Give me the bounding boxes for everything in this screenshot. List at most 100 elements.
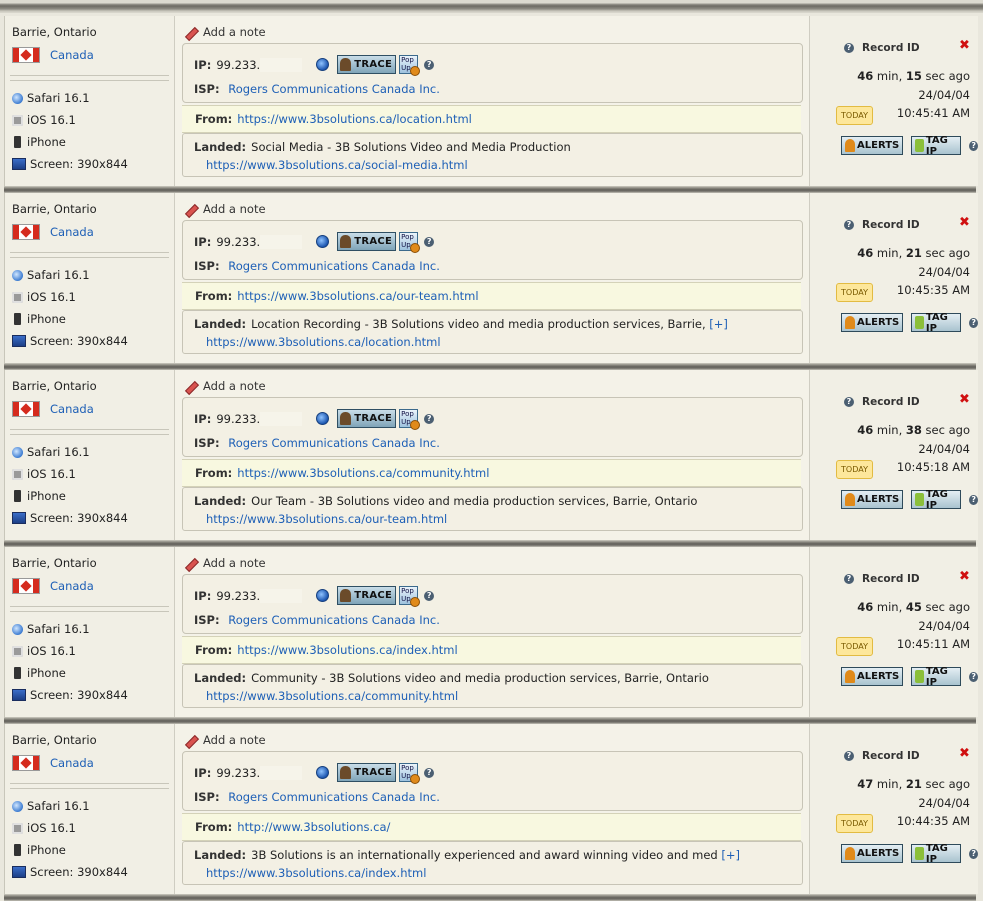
add-note-button[interactable]: Add a note — [184, 202, 266, 216]
from-link[interactable]: https://www.3bsolutions.ca/community.htm… — [237, 466, 489, 480]
trace-button[interactable]: TRACE — [337, 586, 397, 605]
help-icon[interactable]: ? — [969, 317, 978, 328]
trace-label: TRACE — [354, 236, 393, 247]
screen: Screen: 390x844 — [12, 865, 128, 879]
ago-seconds: 45 — [905, 600, 922, 614]
landed-link[interactable]: https://www.3bsolutions.ca/our-team.html — [206, 512, 447, 526]
help-icon[interactable]: ? — [844, 397, 854, 407]
tag-ip-button[interactable]: TAG IP — [911, 489, 962, 511]
popup-button[interactable]: Pop Up — [399, 409, 421, 430]
landed-link[interactable]: https://www.3bsolutions.ca/index.html — [206, 866, 426, 880]
delete-icon[interactable]: ✖ — [959, 569, 970, 584]
trace-label: TRACE — [354, 413, 393, 424]
add-note-button[interactable]: Add a note — [184, 556, 266, 570]
visit-date: 24/04/04 — [918, 619, 970, 633]
record-id-label: Record ID — [862, 219, 920, 231]
alerts-button[interactable]: ALERTS — [841, 313, 904, 332]
ip-row: IP: 99.233. TRACE Pop Up ? — [194, 763, 435, 784]
location: Barrie, Ontario — [12, 733, 97, 747]
from-label: From: — [195, 820, 233, 834]
help-icon[interactable]: ? — [844, 751, 854, 761]
from-link[interactable]: https://www.3bsolutions.ca/index.html — [237, 643, 457, 657]
help-icon[interactable]: ? — [969, 494, 978, 505]
popup-button[interactable]: Pop Up — [399, 55, 421, 76]
help-icon[interactable]: ? — [424, 236, 435, 247]
country-link[interactable]: Canada — [50, 579, 94, 593]
trace-button[interactable]: TRACE — [337, 409, 397, 428]
help-icon[interactable]: ? — [969, 671, 978, 682]
landed-label: Landed: — [194, 848, 247, 862]
more-wrap: [+] — [718, 848, 740, 862]
isp-link[interactable]: Rogers Communications Canada Inc. — [228, 259, 440, 273]
delete-icon[interactable]: ✖ — [959, 746, 970, 761]
help-icon[interactable]: ? — [844, 574, 854, 584]
from-link[interactable]: https://www.3bsolutions.ca/location.html — [237, 112, 472, 126]
delete-icon[interactable]: ✖ — [959, 38, 970, 53]
help-icon[interactable]: ? — [424, 590, 435, 601]
help-icon[interactable]: ? — [424, 59, 435, 70]
lookup-icon[interactable] — [316, 235, 330, 248]
location: Barrie, Ontario — [12, 202, 97, 216]
landed-link[interactable]: https://www.3bsolutions.ca/location.html — [206, 335, 441, 349]
ago-seconds: 21 — [905, 777, 922, 791]
landed-title: Our Team - 3B Solutions video and media … — [251, 494, 698, 508]
record-tools: ALERTS TAG IP ? — [841, 489, 978, 511]
from-link[interactable]: http://www.3bsolutions.ca/ — [237, 820, 390, 834]
alerts-button[interactable]: ALERTS — [841, 136, 904, 155]
isp-link[interactable]: Rogers Communications Canada Inc. — [228, 613, 440, 627]
tag-icon — [915, 493, 924, 506]
lookup-icon[interactable] — [316, 766, 330, 779]
tag-ip-button[interactable]: TAG IP — [911, 666, 962, 688]
help-icon[interactable]: ? — [969, 848, 978, 859]
record-tools: ALERTS TAG IP ? — [841, 843, 978, 865]
country-link[interactable]: Canada — [50, 225, 94, 239]
help-icon[interactable]: ? — [969, 140, 978, 151]
isp-link[interactable]: Rogers Communications Canada Inc. — [228, 790, 440, 804]
country-link[interactable]: Canada — [50, 48, 94, 62]
add-note-button[interactable]: Add a note — [184, 25, 266, 39]
browser: Safari 16.1 — [12, 799, 90, 813]
alerts-button[interactable]: ALERTS — [841, 844, 904, 863]
trace-button[interactable]: TRACE — [337, 232, 397, 251]
country-link[interactable]: Canada — [50, 402, 94, 416]
ago-minutes: 46 — [857, 600, 874, 614]
trace-button[interactable]: TRACE — [337, 763, 397, 782]
lookup-icon[interactable] — [316, 412, 330, 425]
alerts-button[interactable]: ALERTS — [841, 667, 904, 686]
help-icon[interactable]: ? — [844, 220, 854, 230]
trace-button[interactable]: TRACE — [337, 55, 397, 74]
visit-time: 10:45:11 AM — [896, 637, 970, 651]
time-ago: 47 min, 21 sec ago — [857, 777, 970, 791]
help-icon[interactable]: ? — [844, 43, 854, 53]
today-badge: TODAY — [836, 283, 873, 302]
lookup-icon[interactable] — [316, 589, 330, 602]
alerts-button[interactable]: ALERTS — [841, 490, 904, 509]
add-note-button[interactable]: Add a note — [184, 379, 266, 393]
os: iOS 16.1 — [12, 290, 76, 304]
help-icon[interactable]: ? — [424, 767, 435, 778]
country-link[interactable]: Canada — [50, 756, 94, 770]
expand-more-link[interactable]: [+] — [706, 317, 728, 331]
isp-link[interactable]: Rogers Communications Canada Inc. — [228, 82, 440, 96]
popup-button[interactable]: Pop Up — [399, 763, 421, 784]
canada-flag-icon — [12, 755, 40, 771]
popup-button[interactable]: Pop Up — [399, 232, 421, 253]
landed-link[interactable]: https://www.3bsolutions.ca/social-media.… — [206, 158, 468, 172]
lookup-icon[interactable] — [316, 58, 330, 71]
delete-icon[interactable]: ✖ — [959, 215, 970, 230]
isp-link[interactable]: Rogers Communications Canada Inc. — [228, 436, 440, 450]
popup-button[interactable]: Pop Up — [399, 586, 421, 607]
help-icon[interactable]: ? — [424, 413, 435, 424]
browser-label: Safari 16.1 — [27, 799, 90, 813]
location: Barrie, Ontario — [12, 556, 97, 570]
tag-ip-button[interactable]: TAG IP — [911, 312, 962, 334]
expand-more-link[interactable]: [+] — [718, 848, 740, 862]
time-ago: 46 min, 21 sec ago — [857, 246, 970, 260]
landed-link[interactable]: https://www.3bsolutions.ca/community.htm… — [206, 689, 458, 703]
os-label: iOS 16.1 — [27, 467, 76, 481]
add-note-button[interactable]: Add a note — [184, 733, 266, 747]
delete-icon[interactable]: ✖ — [959, 392, 970, 407]
from-link[interactable]: https://www.3bsolutions.ca/our-team.html — [237, 289, 478, 303]
tag-ip-button[interactable]: TAG IP — [911, 843, 962, 865]
tag-ip-button[interactable]: TAG IP — [911, 135, 962, 157]
